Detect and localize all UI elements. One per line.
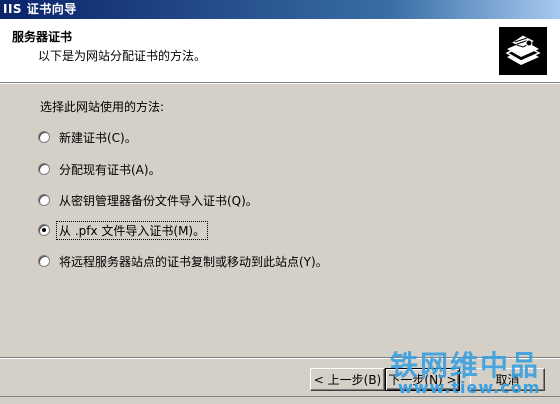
watermark-url: www.tiew.com	[398, 378, 541, 397]
option-assign-existing[interactable]: 分配现有证书(A)。	[38, 161, 163, 177]
background-window-strip	[0, 396, 560, 404]
method-prompt: 选择此网站使用的方法:	[40, 100, 165, 114]
certificate-icon	[499, 27, 547, 75]
header-subtitle: 以下是为网站分配证书的方法。	[38, 49, 207, 63]
header-divider	[0, 82, 560, 84]
radio-copy-remote[interactable]	[38, 255, 50, 267]
option-label: 分配现有证书(A)。	[59, 162, 161, 177]
radio-import-pfx[interactable]	[38, 224, 50, 236]
option-import-pfx[interactable]: 从 .pfx 文件导入证书(M)。	[38, 220, 209, 240]
option-label: 新建证书(C)。	[59, 130, 137, 145]
option-import-key-manager[interactable]: 从密钥管理器备份文件导入证书(Q)。	[38, 192, 260, 208]
radio-import-key-manager[interactable]	[38, 194, 50, 206]
option-label: 将远程服务器站点的证书复制或移动到此站点(Y)。	[59, 254, 328, 269]
back-button[interactable]: < 上一步(B)	[310, 368, 385, 391]
option-copy-remote[interactable]: 将远程服务器站点的证书复制或移动到此站点(Y)。	[38, 253, 330, 269]
radio-assign-existing[interactable]	[38, 163, 50, 175]
header-title: 服务器证书	[12, 30, 73, 44]
radio-new-certificate[interactable]	[38, 131, 50, 143]
option-label: 从 .pfx 文件导入证书(M)。	[55, 220, 209, 240]
iis-certificate-wizard-window: IIS 证书向导 服务器证书 以下是为网站分配证书的方法。 选择此网站使用的方法…	[0, 0, 560, 404]
option-label: 从密钥管理器备份文件导入证书(Q)。	[59, 193, 258, 208]
wizard-header: 服务器证书 以下是为网站分配证书的方法。	[0, 19, 560, 82]
window-title: IIS 证书向导	[0, 0, 560, 19]
option-new-certificate[interactable]: 新建证书(C)。	[38, 129, 139, 145]
